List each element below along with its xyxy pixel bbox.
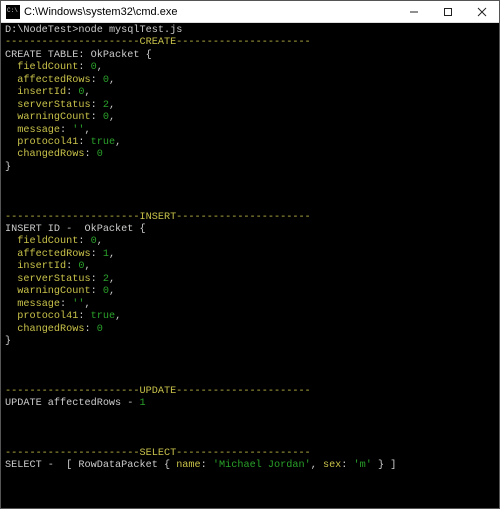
v: 0 <box>91 236 97 247</box>
k: serverStatus <box>17 274 90 285</box>
v: 'Michael Jordan' <box>213 460 311 471</box>
v: 0 <box>78 87 84 98</box>
select-prefix: SELECT - [ RowDataPacket { <box>5 460 176 471</box>
k: fieldCount <box>17 236 78 247</box>
maximize-button[interactable] <box>431 1 465 22</box>
divider-insert: ----------------------INSERT------------… <box>5 212 311 223</box>
k: protocol41 <box>17 311 78 322</box>
v: 1 <box>103 249 109 260</box>
v: '' <box>72 125 84 136</box>
brace: } <box>5 336 11 347</box>
v: 0 <box>103 286 109 297</box>
k: message <box>17 125 60 136</box>
minimize-button[interactable] <box>397 1 431 22</box>
k: protocol41 <box>17 137 78 148</box>
k: serverStatus <box>17 100 90 111</box>
window-controls <box>397 1 499 22</box>
terminal-output[interactable]: D:\NodeTest>node mysqlTest.js ----------… <box>1 23 499 508</box>
update-line: UPDATE affectedRows - <box>5 398 140 409</box>
k: message <box>17 299 60 310</box>
select-suffix: } ] <box>372 460 396 471</box>
k: warningCount <box>17 286 90 297</box>
cmd-window: C:\Windows\system32\cmd.exe D:\NodeTest>… <box>0 0 500 509</box>
v: 0 <box>103 75 109 86</box>
k: insertId <box>17 261 66 272</box>
k: affectedRows <box>17 249 90 260</box>
v: 0 <box>78 261 84 272</box>
v: 'm' <box>354 460 372 471</box>
v: 1 <box>140 398 146 409</box>
k: changedRows <box>17 149 84 160</box>
v: 0 <box>91 62 97 73</box>
k: warningCount <box>17 112 90 123</box>
divider-select: ----------------------SELECT------------… <box>5 448 311 459</box>
v: 2 <box>103 100 109 111</box>
titlebar[interactable]: C:\Windows\system32\cmd.exe <box>1 1 499 23</box>
v: true <box>91 137 115 148</box>
k: insertId <box>17 87 66 98</box>
prompt-command: node mysqlTest.js <box>78 25 182 36</box>
k: sex <box>323 460 341 471</box>
create-header: CREATE TABLE: OkPacket { <box>5 50 152 61</box>
v: '' <box>72 299 84 310</box>
v: 0 <box>103 112 109 123</box>
brace: } <box>5 162 11 173</box>
divider-create: ----------------------CREATE------------… <box>5 37 311 48</box>
k: name <box>176 460 200 471</box>
prompt-path: D:\NodeTest> <box>5 25 78 36</box>
divider-update: ----------------------UPDATE------------… <box>5 386 311 397</box>
k: affectedRows <box>17 75 90 86</box>
cmd-icon <box>6 5 20 19</box>
insert-header: INSERT ID - OkPacket { <box>5 224 146 235</box>
v: 2 <box>103 274 109 285</box>
close-button[interactable] <box>465 1 499 22</box>
k: changedRows <box>17 324 84 335</box>
v: 0 <box>97 149 103 160</box>
v: true <box>91 311 115 322</box>
v: 0 <box>97 324 103 335</box>
window-title: C:\Windows\system32\cmd.exe <box>24 6 397 18</box>
k: fieldCount <box>17 62 78 73</box>
